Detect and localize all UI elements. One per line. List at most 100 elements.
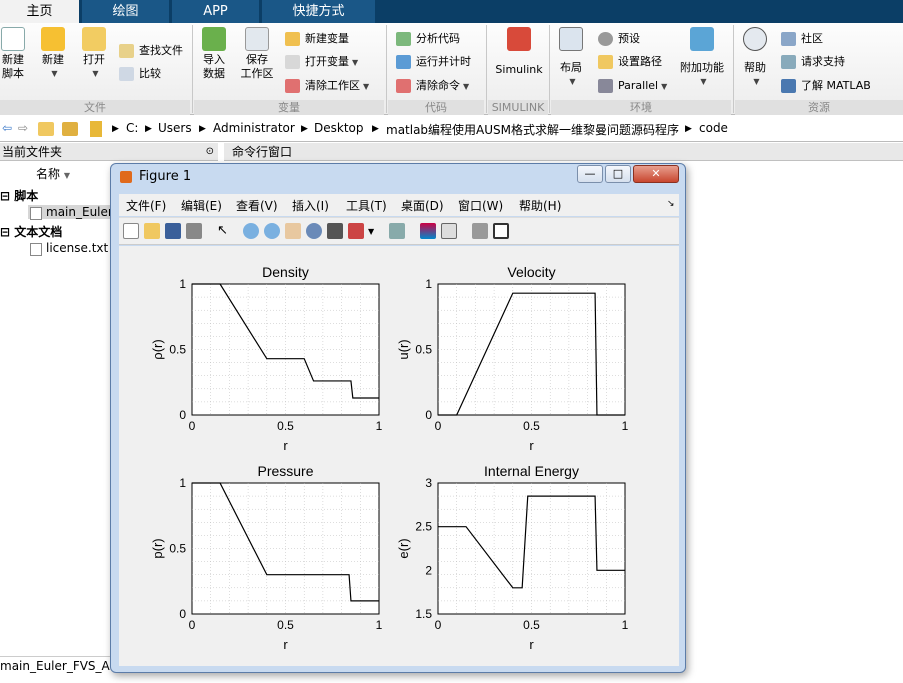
help-button[interactable]: 帮助 ▼ [740, 27, 770, 89]
script-file-icon [30, 207, 42, 220]
menu-file[interactable]: 文件(F) [126, 197, 166, 214]
command-window-header: 命令行窗口 [224, 143, 903, 161]
up-folder-icon[interactable] [38, 122, 54, 136]
text-docs-group[interactable]: ⊟ 文本文档 [0, 223, 62, 240]
menu-help[interactable]: 帮助(H) [519, 197, 561, 214]
clear-commands-button[interactable]: 清除命令 ▼ [396, 77, 469, 95]
hide-plot-tools-icon[interactable] [472, 223, 488, 239]
figure-toolbar: ↖ ▼ [119, 217, 679, 245]
path-segment[interactable]: C: [126, 121, 138, 135]
layout-button[interactable]: 布局 ▼ [557, 27, 585, 89]
browse-folder-icon[interactable] [62, 122, 78, 136]
link-plot-icon[interactable] [389, 223, 405, 239]
menu-tools[interactable]: 工具(T) [346, 197, 387, 214]
y-tick-label: 2.5 [415, 520, 432, 534]
path-segment[interactable]: Desktop [314, 121, 364, 135]
add-ons-button[interactable]: 附加功能 ▼ [678, 27, 726, 89]
menu-desktop[interactable]: 桌面(D) [401, 197, 444, 214]
chevron-down-icon: ▼ [51, 69, 58, 78]
new-variable-button[interactable]: 新建变量 [285, 30, 349, 48]
set-path-button[interactable]: 设置路径 [598, 53, 662, 71]
pointer-icon[interactable]: ↖ [217, 223, 233, 239]
request-support-button[interactable]: 请求支持 [781, 53, 845, 71]
chevron-down-icon: ▼ [700, 77, 707, 86]
menu-view[interactable]: 查看(V) [236, 197, 278, 214]
y-axis-label: e(r) [396, 538, 411, 558]
group-divider [486, 25, 487, 113]
path-segment[interactable]: code [699, 121, 728, 135]
new-plus-icon [41, 27, 65, 51]
x-axis-label: r [283, 637, 288, 652]
figure-title: Figure 1 [139, 169, 192, 184]
menu-edit[interactable]: 编辑(E) [181, 197, 222, 214]
parallel-button[interactable]: Parallel ▼ [598, 77, 667, 95]
name-column-header[interactable]: 名称 ▼ [36, 165, 70, 182]
new-button[interactable]: 新建 ▼ [38, 27, 68, 81]
path-segment[interactable]: matlab编程使用AUSM格式求解一维黎曼问题源码程序 [386, 121, 679, 138]
menubar-expand-icon[interactable]: ↘ [667, 199, 675, 209]
preferences-button[interactable]: 预设 [598, 30, 640, 48]
command-window-title: 命令行窗口 [232, 145, 293, 159]
path-segment[interactable]: Users [158, 121, 192, 135]
tab-plots[interactable]: 绘图 [82, 0, 170, 23]
clear-commands-label: 清除命令 [416, 79, 460, 92]
tab-apps[interactable]: APP [172, 0, 260, 23]
brush-icon[interactable] [348, 223, 364, 239]
show-plot-tools-icon[interactable] [493, 223, 509, 239]
zoom-out-icon[interactable] [264, 223, 280, 239]
open-button[interactable]: 打开 ▼ [78, 27, 110, 81]
path-separator-icon: ▶ [372, 124, 379, 134]
pan-hand-icon[interactable] [285, 223, 301, 239]
community-label: 社区 [801, 32, 823, 45]
close-button[interactable]: ✕ [633, 165, 679, 183]
colorbar-icon[interactable] [420, 223, 436, 239]
group-divider [733, 25, 734, 113]
chevron-down-icon[interactable]: ▼ [368, 227, 384, 243]
menu-window[interactable]: 窗口(W) [458, 197, 503, 214]
y-axis-label: u(r) [396, 339, 411, 359]
path-segment[interactable]: Administrator [213, 121, 295, 135]
restore-button[interactable]: □ [605, 165, 631, 183]
group-divider [192, 25, 193, 113]
data-cursor-icon[interactable] [327, 223, 343, 239]
learn-matlab-button[interactable]: 了解 MATLAB [781, 77, 871, 95]
preferences-label: 预设 [618, 32, 640, 45]
open-variable-button[interactable]: 打开变量 ▼ [285, 53, 358, 71]
legend-icon[interactable] [441, 223, 457, 239]
new-figure-icon[interactable] [123, 223, 139, 239]
x-tick-label: 0.5 [523, 618, 540, 632]
new-script-button[interactable]: 新建 脚本 [0, 27, 26, 81]
tab-shortcuts[interactable]: 快捷方式 [262, 0, 376, 23]
help-label: 帮助 [744, 61, 766, 74]
text-file-name: license.txt [46, 241, 109, 255]
import-data-button[interactable]: 导入 数据 [200, 27, 228, 81]
text-file-item[interactable]: license.txt [28, 241, 109, 256]
zoom-in-icon[interactable] [243, 223, 259, 239]
x-tick-label: 0.5 [277, 618, 294, 632]
open-file-icon[interactable] [144, 223, 160, 239]
back-arrow-icon[interactable]: ⇦ [2, 121, 12, 135]
scripts-group[interactable]: ⊟ 脚本 [0, 187, 38, 204]
save-icon[interactable] [165, 223, 181, 239]
print-icon[interactable] [186, 223, 202, 239]
simulink-button[interactable]: Simulink [494, 27, 544, 77]
find-files-button[interactable]: 查找文件 [119, 42, 183, 60]
save-workspace-label: 保存 工作区 [240, 53, 274, 80]
resources-group-label: 资源 [735, 100, 903, 115]
x-axis-label: r [283, 438, 288, 453]
rotate-3d-icon[interactable] [306, 223, 322, 239]
forward-arrow-icon[interactable]: ⇨ [18, 121, 28, 135]
clear-workspace-button[interactable]: 清除工作区 ▼ [285, 77, 369, 95]
script-file-item[interactable]: main_Euler [28, 205, 113, 220]
support-icon [781, 55, 796, 69]
y-tick-label: 0.5 [169, 542, 186, 556]
tab-home[interactable]: 主页 [0, 0, 80, 23]
panel-menu-icon[interactable]: ⊙ [206, 143, 214, 161]
run-and-time-button[interactable]: 运行并计时 [396, 53, 471, 71]
community-button[interactable]: 社区 [781, 30, 823, 48]
menu-insert[interactable]: 插入(I) [292, 197, 329, 214]
compare-button[interactable]: 比较 [119, 65, 161, 83]
minimize-button[interactable]: — [577, 165, 603, 183]
save-workspace-button[interactable]: 保存 工作区 [238, 27, 276, 81]
analyze-code-button[interactable]: 分析代码 [396, 30, 460, 48]
